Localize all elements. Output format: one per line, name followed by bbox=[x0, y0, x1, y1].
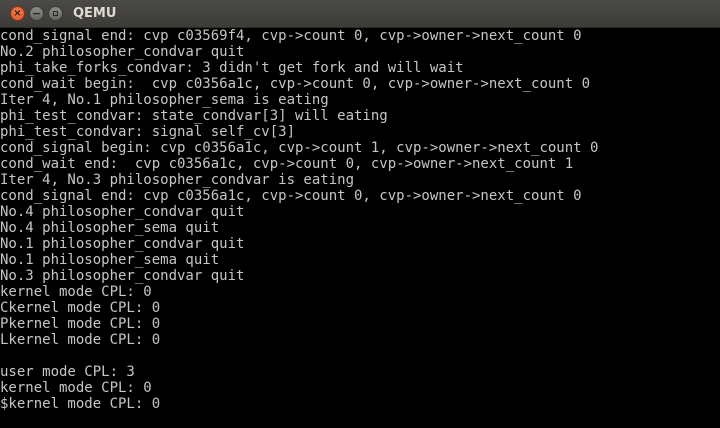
maximize-icon bbox=[53, 11, 58, 16]
console-line: No.2 philosopher_condvar quit bbox=[0, 44, 245, 60]
console-line: phi_test_condvar: state_condvar[3] will … bbox=[0, 108, 388, 124]
console-line: No.4 philosopher_sema quit bbox=[0, 220, 220, 236]
console-line: cond_wait end: cvp c0356a1c, cvp->count … bbox=[0, 156, 574, 172]
console-line: cond_signal end: cvp c0356a1c, cvp->coun… bbox=[0, 188, 582, 204]
qemu-window: × − QEMU cond_signal end: cvp c03569f4, … bbox=[0, 0, 720, 428]
console-line: phi_test_condvar: signal self_cv[3] bbox=[0, 124, 296, 140]
console-line: No.4 philosopher_condvar quit bbox=[0, 204, 245, 220]
console-line: kernel mode CPL: 0 bbox=[0, 284, 152, 300]
console-line: Ckernel mode CPL: 0 bbox=[0, 300, 161, 316]
console-line: user mode CPL: 3 bbox=[0, 364, 135, 380]
console-line: Iter 4, No.1 philosopher_sema is eating bbox=[0, 92, 329, 108]
console-line: cond_wait begin: cvp c0356a1c, cvp->coun… bbox=[0, 76, 591, 92]
console-line: No.1 philosopher_condvar quit bbox=[0, 236, 245, 252]
console-line: cond_signal begin: cvp c0356a1c, cvp->co… bbox=[0, 140, 599, 156]
console-line: No.3 philosopher_condvar quit bbox=[0, 268, 245, 284]
minimize-icon: − bbox=[31, 7, 42, 20]
console-screen[interactable]: cond_signal end: cvp c03569f4, cvp->coun… bbox=[0, 28, 720, 428]
console-line: No.1 philosopher_sema quit bbox=[0, 252, 220, 268]
minimize-button[interactable]: − bbox=[29, 6, 44, 21]
window-title: QEMU bbox=[73, 6, 117, 21]
console-line: phi_take_forks_condvar: 3 didn't get for… bbox=[0, 60, 464, 76]
console-line: Pkernel mode CPL: 0 bbox=[0, 316, 161, 332]
console-line: Iter 4, No.3 philosopher_condvar is eati… bbox=[0, 172, 355, 188]
console-line: kernel mode CPL: 0 bbox=[0, 380, 152, 396]
maximize-button[interactable] bbox=[48, 6, 63, 21]
title-bar[interactable]: × − QEMU bbox=[0, 0, 720, 28]
close-button[interactable]: × bbox=[10, 6, 25, 21]
close-icon: × bbox=[13, 7, 22, 19]
console-line: cond_signal end: cvp c03569f4, cvp->coun… bbox=[0, 28, 582, 44]
console-line-prompt: $kernel mode CPL: 0 bbox=[0, 396, 161, 412]
console-line: Lkernel mode CPL: 0 bbox=[0, 332, 161, 348]
